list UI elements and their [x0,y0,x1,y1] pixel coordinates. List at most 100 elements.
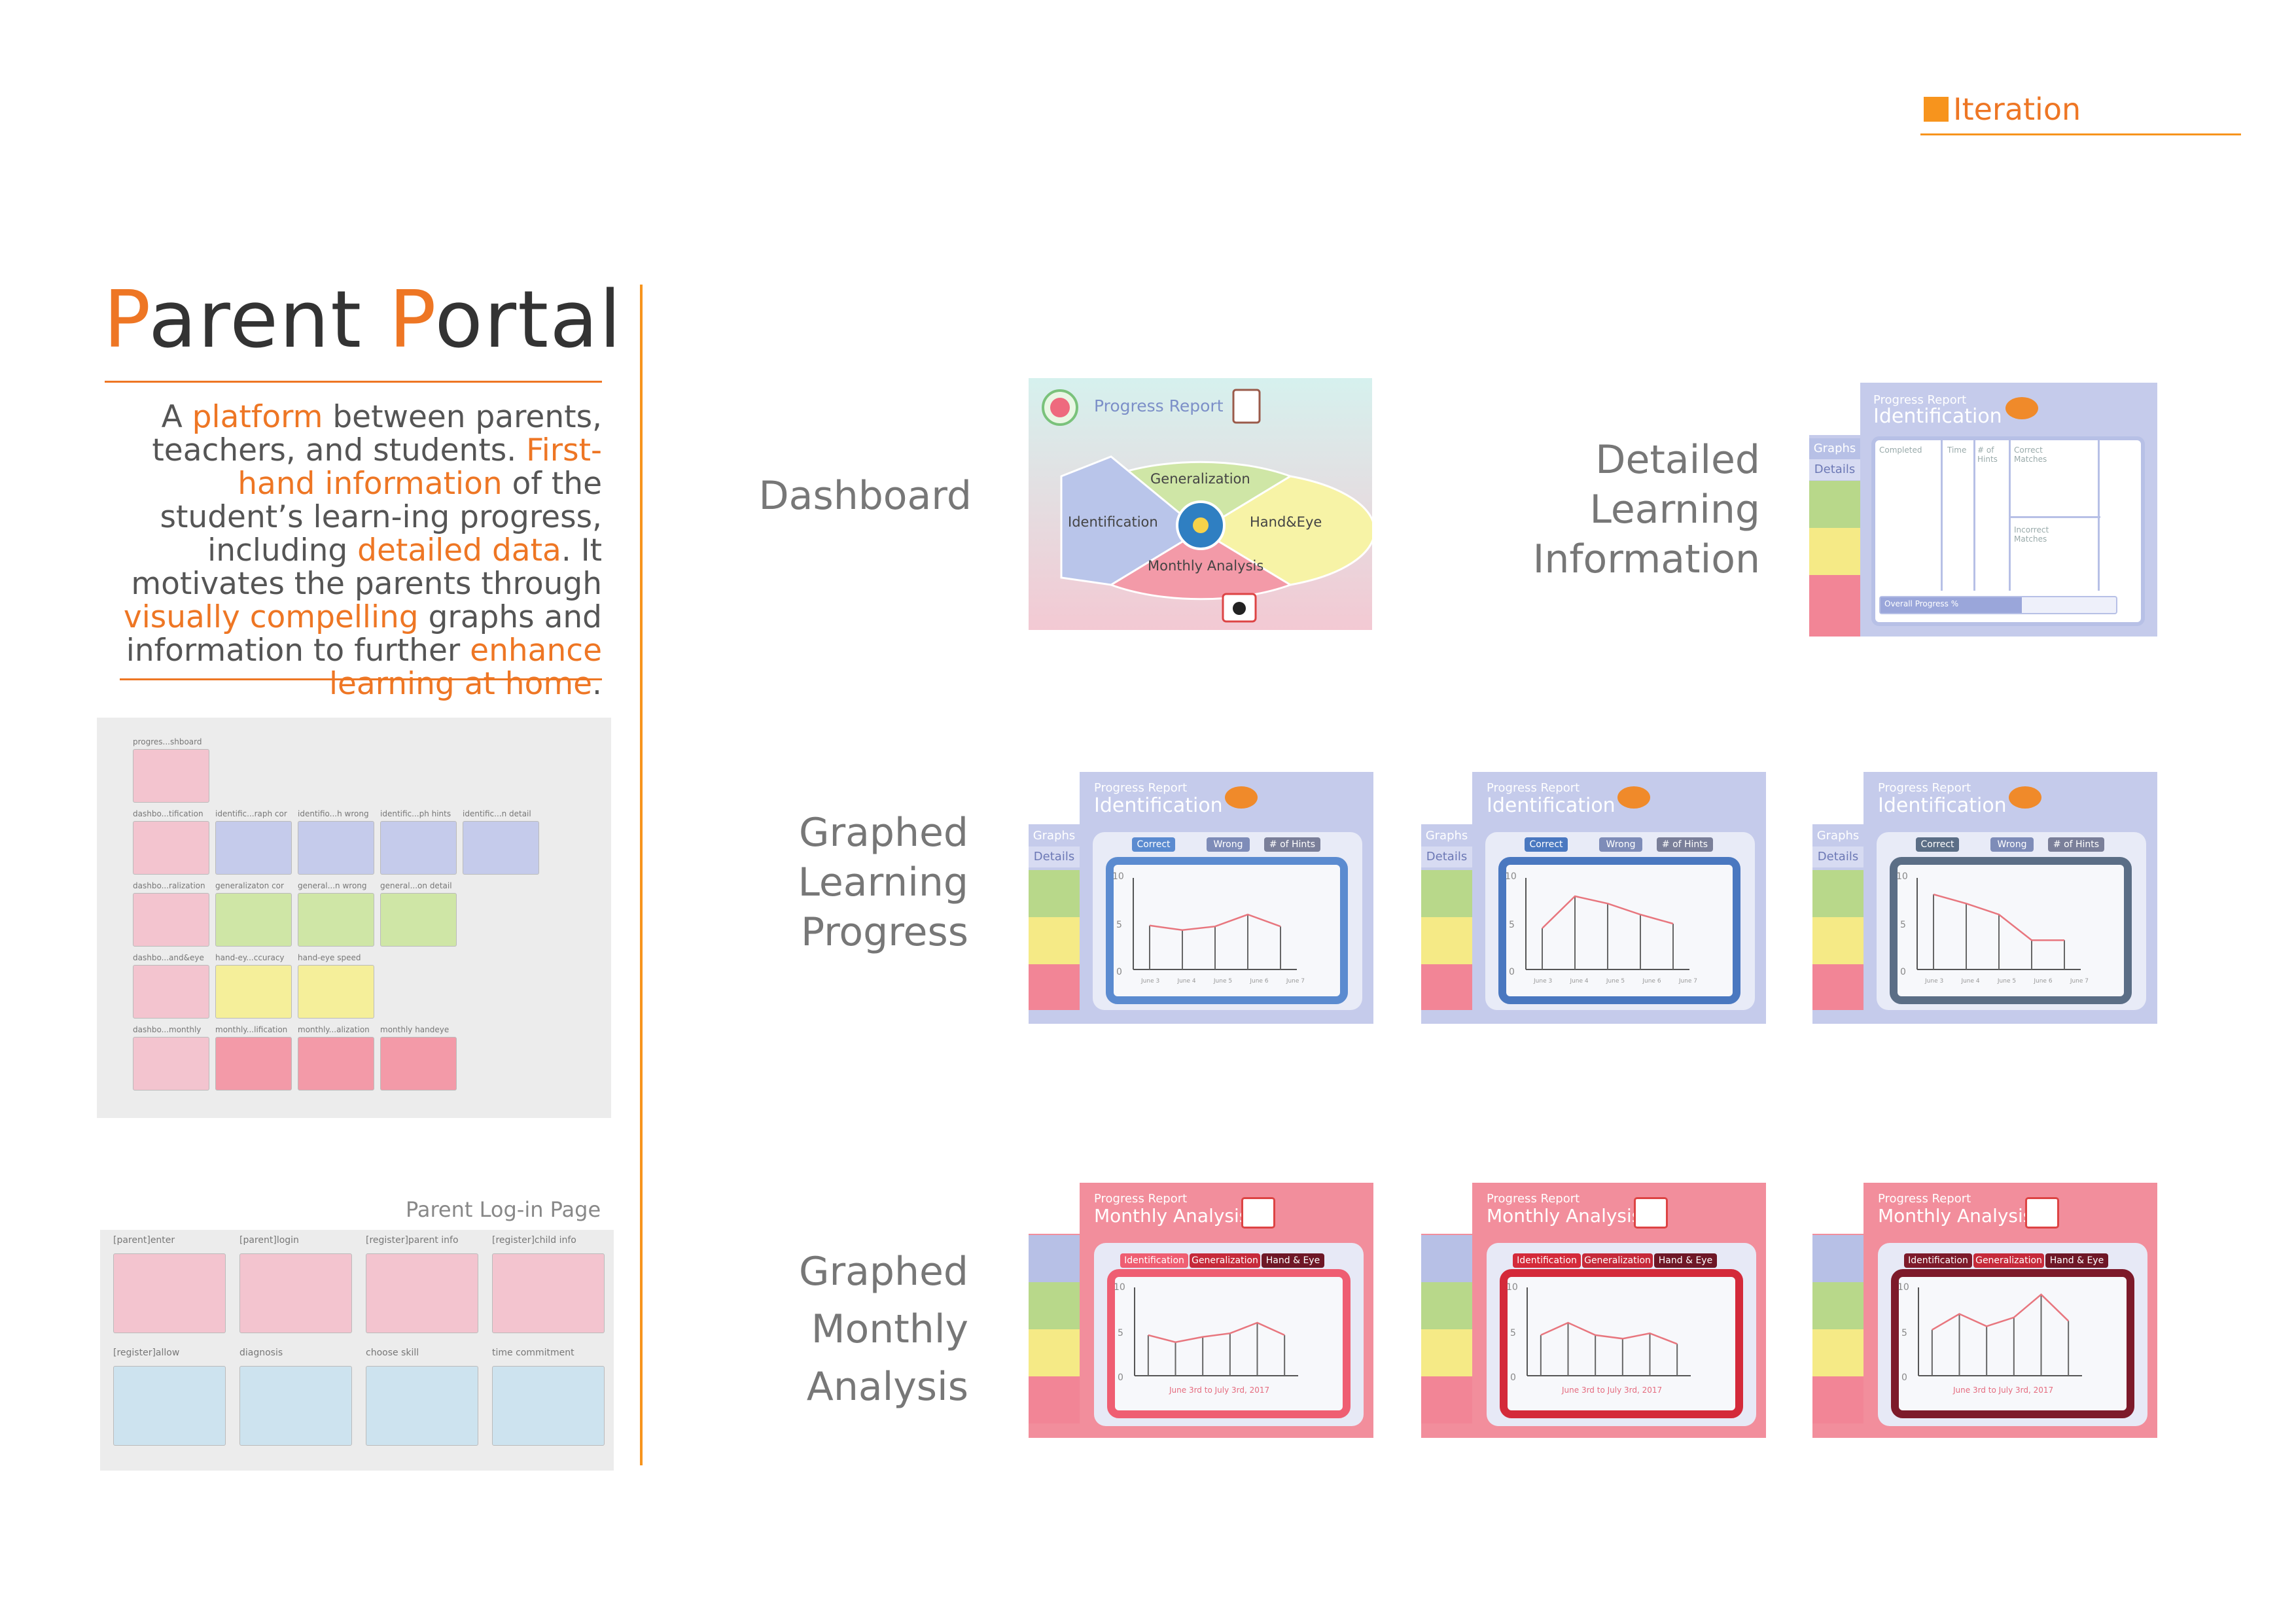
tab-identification-icon[interactable] [1421,1235,1472,1282]
tab-identification[interactable]: Identification [1904,1253,1972,1268]
login-thumbnail[interactable] [239,1253,352,1333]
tab-hints[interactable]: # of Hints [1264,837,1320,852]
tab-identification[interactable]: Identification [1513,1253,1581,1268]
tab-calendar-icon[interactable] [1421,964,1472,1010]
tab-graphs[interactable]: Graphs [1421,826,1472,846]
tab-generalization-icon[interactable] [1029,1282,1080,1329]
login-thumbnail[interactable] [113,1253,226,1333]
sitemap-thumbnail[interactable] [133,821,209,875]
tab-handeye-icon[interactable] [1421,1329,1472,1376]
tab-graphs[interactable]: Graphs [1809,438,1860,459]
clipboard-tab-icon[interactable] [1812,1183,1863,1234]
clipboard-tab-icon[interactable] [1029,772,1080,824]
tab-calendar-icon[interactable] [1812,964,1863,1010]
tab-generalization-icon[interactable] [1812,1282,1863,1329]
tab-graphs[interactable]: Graphs [1029,826,1080,846]
tab-details[interactable]: Details [1029,846,1080,867]
monthly-screen[interactable]: Progress Report Monthly Analysis Identif… [1029,1183,1373,1438]
data-line [1148,1321,1285,1343]
progress-screen[interactable]: Graphs Details Progress Report Identific… [1421,772,1766,1024]
sitemap-thumbnail[interactable] [215,1037,292,1091]
monthly-screen[interactable]: Progress Report Monthly Analysis Identif… [1812,1183,2157,1438]
detail-screen[interactable]: Graphs Details Progress Report Identific… [1809,383,2157,637]
clipboard-icon [1232,389,1261,424]
sitemap-thumbnail[interactable] [215,965,292,1019]
progress-chart [1133,878,1297,970]
tab-correct[interactable]: Correct [1132,837,1175,852]
progress-screen[interactable]: Graphs Details Progress Report Identific… [1812,772,2157,1024]
login-thumbnail[interactable] [366,1253,478,1333]
tab-generalization-icon[interactable] [1809,481,1860,528]
clipboard-tab-icon[interactable] [1421,772,1472,824]
login-thumbnail[interactable] [113,1366,226,1446]
tab-wrong[interactable]: Wrong [1990,837,2034,852]
sitemap-thumbnail[interactable] [380,821,457,875]
tab-details[interactable]: Details [1421,846,1472,867]
tab-details[interactable]: Details [1812,846,1863,867]
tab-hints[interactable]: # of Hints [2048,837,2104,852]
tab-handeye-icon[interactable] [1421,917,1472,964]
sitemap-thumbnail[interactable] [298,1037,374,1091]
sitemap-thumbnail[interactable] [298,893,374,947]
tab-handeye[interactable]: Hand & Eye [1654,1253,1717,1268]
tab-details[interactable]: Details [1809,459,1860,480]
sitemap-thumbnail[interactable] [298,821,374,875]
tab-handeye[interactable]: Hand & Eye [1262,1253,1324,1268]
tab-calendar-icon[interactable] [1812,1376,1863,1423]
tab-handeye-icon[interactable] [1812,917,1863,964]
sitemap-thumbnail[interactable] [380,893,457,947]
login-thumbnail[interactable] [492,1253,605,1333]
login-label: [register]parent info [366,1235,459,1246]
login-label: time commitment [492,1348,574,1358]
tab-hints[interactable]: # of Hints [1657,837,1713,852]
sitemap-thumbnail[interactable] [215,821,292,875]
header-title: Identification [1878,794,2007,817]
sitemap-thumbnail[interactable] [463,821,539,875]
login-thumbnail[interactable] [366,1366,478,1446]
progress-screen[interactable]: Graphs Details Progress Report Identific… [1029,772,1373,1024]
sitemap-thumbnail[interactable] [380,1037,457,1091]
tab-correct[interactable]: Correct [1525,837,1568,852]
tab-generalization[interactable]: Generalization [1973,1253,2044,1268]
clipboard-tab-icon[interactable] [1029,1183,1080,1234]
sitemap-label: identific...raph cor [215,809,287,818]
tab-identification[interactable]: Identification [1120,1253,1188,1268]
sitemap-thumbnail[interactable] [133,965,209,1019]
tab-handeye-icon[interactable] [1029,917,1080,964]
tab-correct[interactable]: Correct [1916,837,1959,852]
login-thumbnail[interactable] [492,1366,605,1446]
sitemap-thumbnail[interactable] [215,893,292,947]
tab-generalization[interactable]: Generalization [1582,1253,1653,1268]
col-divider [1973,440,1975,591]
tab-calendar-icon[interactable] [1809,575,1860,637]
sitemap-thumbnail[interactable] [133,749,209,803]
tab-wrong[interactable]: Wrong [1599,837,1642,852]
clipboard-tab-icon[interactable] [1421,1183,1472,1234]
tab-identification-icon[interactable] [1029,1235,1080,1282]
tab-generalization-icon[interactable] [1812,870,1863,917]
login-thumbnail[interactable] [239,1366,352,1446]
tab-handeye[interactable]: Hand & Eye [2045,1253,2108,1268]
tab-calendar-icon[interactable] [1029,1376,1080,1423]
dashboard-screen[interactable]: Progress Report Generalization Identific… [1029,378,1372,630]
tab-graphs[interactable]: Graphs [1812,826,1863,846]
tab-identification-icon[interactable] [1812,1235,1863,1282]
clipboard-tab-icon[interactable] [1812,772,1863,824]
tab-handeye-icon[interactable] [1812,1329,1863,1376]
tab-wrong[interactable]: Wrong [1207,837,1250,852]
tab-handeye-icon[interactable] [1029,1329,1080,1376]
monthly-screen[interactable]: Progress Report Monthly Analysis Identif… [1421,1183,1766,1438]
tab-calendar-icon[interactable] [1421,1376,1472,1423]
sitemap-thumbnail[interactable] [133,1037,209,1091]
tab-generalization-icon[interactable] [1421,1282,1472,1329]
row-divider [2009,516,2100,518]
clipboard-tab-icon[interactable] [1809,383,1860,435]
tab-generalization-icon[interactable] [1421,870,1472,917]
section-graphed-progress: Graphed Learning Progress [720,808,968,957]
tab-generalization-icon[interactable] [1029,870,1080,917]
sitemap-thumbnail[interactable] [133,893,209,947]
tab-calendar-icon[interactable] [1029,964,1080,1010]
tab-handeye-icon[interactable] [1809,528,1860,575]
tab-generalization[interactable]: Generalization [1190,1253,1260,1268]
sitemap-thumbnail[interactable] [298,965,374,1019]
